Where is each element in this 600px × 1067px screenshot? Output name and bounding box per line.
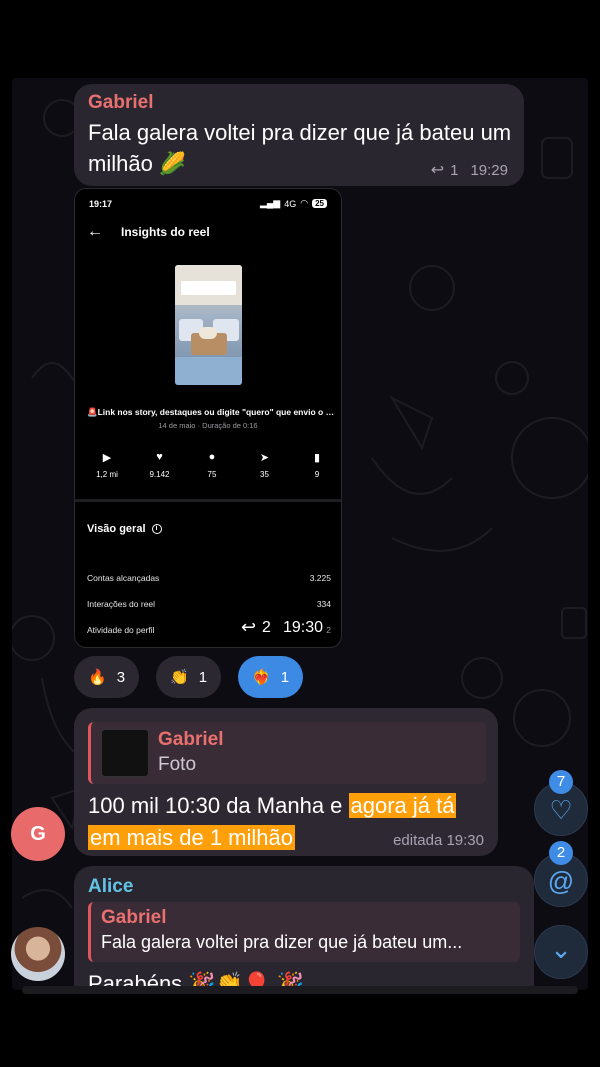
photo-message-insights[interactable]: 19:17 ▂▄▆ 4G ◠ 25 ← Insights do reel 🚨Li… [74,188,342,648]
stat-value: 35 [260,470,269,479]
phone-status-time: 19:17 [89,199,113,209]
message-gabriel-1[interactable]: Gabriel Fala galera voltei pra dizer que… [74,84,524,186]
reply-icon[interactable]: ↩ [241,617,256,638]
reel-caption: 🚨Link nos story, destaques ou digite "qu… [87,407,335,417]
stat-shares: ➤ 35 [245,451,285,479]
stat-value: 75 [207,470,217,479]
row-value: 3.225 [309,573,331,583]
play-icon: ▶ [102,452,112,464]
bottom-edge [22,986,578,994]
overview-heading: Visão geral i [87,523,162,535]
network-label: 4G [284,198,297,209]
quote-thumbnail [101,729,149,777]
section-divider [75,499,341,502]
clap-icon: 👏 [170,669,189,686]
reply-count[interactable]: 1 [450,162,458,179]
heart-on-fire-icon: ❤️‍🔥 [252,669,271,686]
reply-icon[interactable]: ↩ [431,160,444,180]
signal-icon: ▂▄▆ [259,198,281,208]
highlight-text: agora já tá [348,793,457,818]
quote-sender: Gabriel [158,729,224,750]
reply-count[interactable]: 2 [262,619,271,637]
reel-thumbnail [175,265,242,385]
heart-icon: ♥ [156,451,163,463]
message-meta: ↩ 1 19:29 [431,160,508,180]
avatar-alice[interactable] [11,927,65,981]
highlight-text: em mais de 1 milhão [88,825,295,850]
row-label: Atividade do perfil [87,625,155,635]
battery-icon: 25 [312,199,327,208]
reaction-count: 1 [198,668,208,686]
message-time: 19:29 [470,161,508,179]
row-label: Interações do reel [87,599,156,609]
reaction-fire[interactable]: 🔥 3 [74,656,140,698]
sender-name[interactable]: Gabriel [88,92,153,114]
comment-icon: ● [208,451,216,463]
overview-row-reach: Contas alcançadas 3.225 [87,573,331,583]
stat-value: 1,2 mi [96,470,118,479]
reel-stats: ▶ 1,2 mi ♥ 9.142 ● 75 ➤ 35 ▮ 9 [87,451,337,479]
reply-quote[interactable]: Gabriel Fala galera voltei pra dizer que… [88,902,520,962]
wifi-icon: ◠ [300,198,309,208]
message-text: Parabéns 🎉👏🎈 🎉 [88,971,304,988]
row-label: Contas alcançadas [87,573,160,583]
chevron-down-icon: ⌄ [550,934,572,964]
row-value: 2 [326,625,331,635]
reaction-clap[interactable]: 👏 1 [156,656,222,698]
stat-plays: ▶ 1,2 mi [87,451,127,479]
mentions-badge: 2 [549,841,573,865]
quote-sender: Gabriel [101,907,167,928]
info-icon: i [151,524,162,534]
share-icon: ➤ [259,452,270,464]
reaction-count: 1 [280,668,290,686]
reply-quote[interactable]: Gabriel Foto [88,722,486,784]
edited-meta: editada 19:30 [393,832,484,849]
stat-saves: ▮ 9 [297,451,337,479]
sender-name[interactable]: Alice [88,876,133,898]
phone-status-icons: ▂▄▆ 4G ◠ 25 [260,198,327,209]
overview-row-interactions: Interações do reel 334 [87,599,331,609]
scroll-down-button[interactable]: ⌄ [534,925,588,979]
avatar-gabriel[interactable]: G [11,807,65,861]
overview-title: Visão geral [87,523,146,535]
reaction-heart-fire[interactable]: ❤️‍🔥 1 [238,656,304,698]
stat-likes: ♥ 9.142 [140,451,180,479]
photo-meta: ↩ 2 19:30 [241,617,323,638]
quote-text: Foto [158,754,197,775]
back-arrow-icon: ← [87,223,103,240]
message-time: 19:30 [282,618,323,636]
message-alice[interactable]: Alice Gabriel Fala galera voltei pra diz… [74,866,534,990]
heart-outline-icon: ♡ [549,795,573,825]
bookmark-icon: ▮ [313,452,321,464]
message-text-plain: 100 mil 10:30 da Manha e [88,793,349,818]
stat-value: 9.142 [149,470,170,479]
message-gabriel-2[interactable]: Gabriel Foto 100 mil 10:30 da Manha e ag… [74,708,498,856]
reaction-count: 3 [116,668,126,686]
insights-header: ← Insights do reel [87,223,210,241]
reactions-badge: 7 [549,770,573,794]
row-value: 334 [316,599,331,609]
stat-value: 9 [314,470,320,479]
quote-text: Fala galera voltei pra dizer que já bate… [101,932,463,952]
insights-title: Insights do reel [121,225,210,239]
at-icon: @ [547,866,575,896]
stat-comments: ● 75 [192,451,232,479]
fire-icon: 🔥 [88,669,107,686]
reel-date: 14 de maio · Duração de 0:16 [158,421,258,430]
